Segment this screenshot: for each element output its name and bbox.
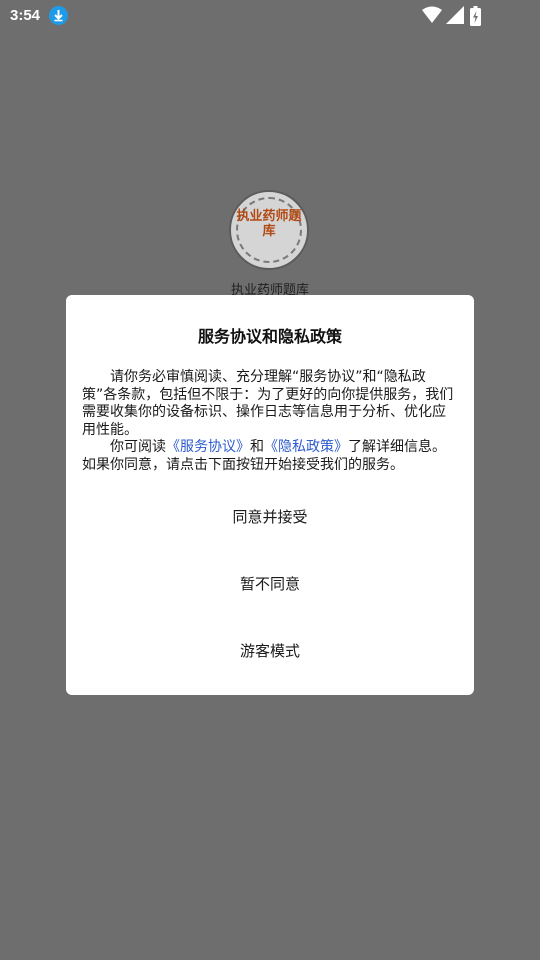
status-bar: 3:54 [0, 0, 540, 32]
para2-and: 和 [250, 439, 264, 455]
status-time: 3:54 [10, 7, 41, 24]
dialog-body: 请你务必审慎阅读、充分理解“服务协议”和“隐私政策”各条款，包括但不限于：为了更… [82, 369, 458, 474]
dialog-title: 服务协议和隐私政策 [197, 327, 342, 346]
para2-prefix: 你可阅读 [110, 439, 166, 455]
privacy-policy-link[interactable]: 《隐私政策》 [264, 439, 348, 455]
agree-button[interactable]: 同意并接受 [66, 497, 474, 537]
download-icon [49, 6, 68, 25]
app-logo: 执业药师题库 [229, 190, 309, 270]
guest-mode-button[interactable]: 游客模式 [66, 631, 474, 671]
dialog-paragraph-2: 你可阅读《服务协议》和《隐私政策》了解详细信息。如果你同意，请点击下面按钮开始接… [82, 439, 458, 474]
privacy-dialog: 服务协议和隐私政策 请你务必审慎阅读、充分理解“服务协议”和“隐私政策”各条款，… [66, 295, 474, 695]
dialog-paragraph-1: 请你务必审慎阅读、充分理解“服务协议”和“隐私政策”各条款，包括但不限于：为了更… [82, 369, 454, 438]
service-agreement-link[interactable]: 《服务协议》 [166, 439, 250, 455]
signal-icon [446, 6, 464, 24]
wifi-icon [422, 6, 442, 23]
logo-text: 执业药师题库 [236, 209, 302, 239]
disagree-button[interactable]: 暂不同意 [66, 564, 474, 604]
battery-charging-icon [470, 6, 481, 26]
